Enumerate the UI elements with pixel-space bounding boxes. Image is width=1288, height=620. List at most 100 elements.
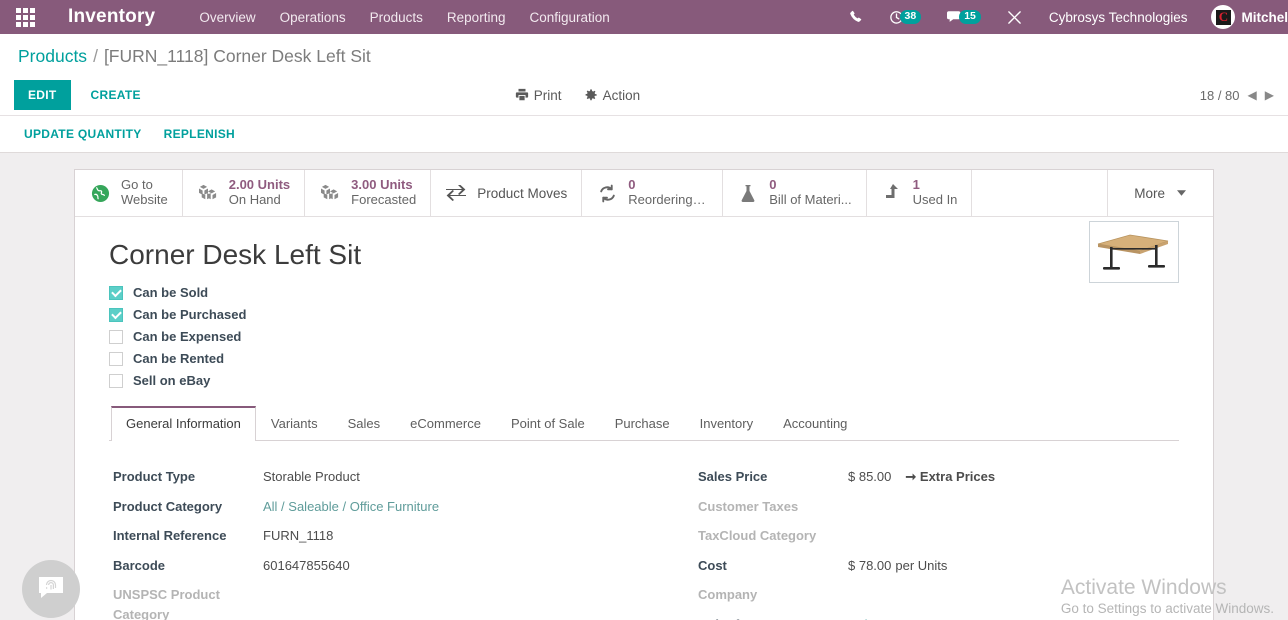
menu-item-operations[interactable]: Operations bbox=[268, 10, 358, 25]
stat-button-website[interactable]: Go to Website bbox=[75, 170, 183, 216]
checkbox-row-sell-on-ebay[interactable]: Sell on eBay bbox=[109, 373, 1179, 388]
extra-prices-link[interactable]: ➞ Extra Prices bbox=[905, 467, 995, 487]
debug-tools-icon[interactable] bbox=[994, 0, 1035, 34]
user-menu[interactable]: C Mitchel bbox=[1201, 5, 1288, 29]
stat-value: 0 bbox=[628, 177, 636, 193]
checkbox-row-can-be-purchased[interactable]: Can be Purchased bbox=[109, 307, 1179, 322]
field-value[interactable]: FURN_1118 bbox=[263, 526, 333, 546]
edit-button[interactable]: EDIT bbox=[14, 80, 71, 110]
company-selector[interactable]: Cybrosys Technologies bbox=[1035, 10, 1202, 25]
menu-item-overview[interactable]: Overview bbox=[187, 10, 267, 25]
stat-label-line1: Go to bbox=[121, 178, 153, 193]
stat-button-used-in[interactable]: 1 Used In bbox=[867, 170, 973, 216]
field-value[interactable]: 601647855640 bbox=[263, 556, 350, 576]
stat-button-reordering-rules[interactable]: 0 Reordering R... bbox=[582, 170, 724, 216]
print-button[interactable]: Print bbox=[515, 88, 562, 103]
stat-button-more[interactable]: More bbox=[1107, 170, 1213, 216]
pager-previous-icon[interactable]: ◀ bbox=[1248, 88, 1257, 102]
field-value[interactable]: Units bbox=[848, 615, 878, 620]
stat-button-product-moves[interactable]: Product Moves bbox=[431, 170, 583, 216]
messages-icon[interactable]: 15 bbox=[934, 0, 994, 34]
tab-accounting[interactable]: Accounting bbox=[768, 406, 862, 440]
field-label: Company bbox=[698, 587, 758, 602]
product-image[interactable] bbox=[1089, 221, 1179, 283]
checkbox-row-can-be-expensed[interactable]: Can be Expensed bbox=[109, 329, 1179, 344]
stat-button-forecasted[interactable]: 3.00 Units Forecasted bbox=[305, 170, 432, 216]
tab-sales[interactable]: Sales bbox=[333, 406, 396, 440]
checkbox-can-be-purchased[interactable] bbox=[109, 307, 123, 322]
stat-text: 1 Used In bbox=[912, 177, 958, 208]
replenish-button[interactable]: REPLENISH bbox=[164, 127, 235, 141]
chevron-down-icon bbox=[1175, 190, 1187, 196]
checkbox-sell-on-ebay[interactable] bbox=[109, 373, 123, 388]
user-name: Mitchel bbox=[1241, 9, 1288, 25]
checkbox-can-be-sold[interactable] bbox=[109, 285, 123, 300]
field-label: Sales Price bbox=[698, 469, 768, 484]
breadcrumb-root[interactable]: Products bbox=[18, 46, 87, 67]
tab-bar: General Information Variants Sales eComm… bbox=[109, 406, 1179, 441]
checkbox-can-be-rented[interactable] bbox=[109, 351, 123, 366]
extra-prices-label: Extra Prices bbox=[919, 469, 996, 484]
menu-item-reporting[interactable]: Reporting bbox=[435, 10, 518, 25]
breadcrumb-current: [FURN_1118] Corner Desk Left Sit bbox=[103, 46, 371, 66]
pager-next-icon[interactable]: ▶ bbox=[1265, 88, 1274, 102]
app-brand[interactable]: Inventory bbox=[68, 6, 155, 28]
phone-icon[interactable] bbox=[836, 0, 876, 34]
globe-icon bbox=[89, 184, 111, 203]
tab-point-of-sale[interactable]: Point of Sale bbox=[496, 406, 600, 440]
stat-label: Reordering R... bbox=[628, 193, 709, 207]
update-quantity-button[interactable]: UPDATE QUANTITY bbox=[24, 127, 142, 141]
menu-item-configuration[interactable]: Configuration bbox=[517, 10, 621, 25]
field-value[interactable]: All / Saleable / Office Furniture bbox=[263, 497, 439, 517]
tab-purchase[interactable]: Purchase bbox=[600, 406, 685, 440]
field-label: TaxCloud Category bbox=[698, 528, 817, 543]
field-label: Unit of Measure bbox=[698, 615, 848, 620]
action-button[interactable]: Action bbox=[584, 88, 640, 103]
tab-general-information[interactable]: General Information bbox=[111, 406, 256, 441]
stat-button-bill-of-materials[interactable]: 0 Bill of Materi... bbox=[723, 170, 867, 216]
arrow-right-icon: ➞ bbox=[905, 469, 917, 484]
checkbox-label: Sell on eBay bbox=[133, 373, 211, 388]
breadcrumb: Products / [FURN_1118] Corner Desk Left … bbox=[0, 34, 1288, 75]
stat-text: 3.00 Units Forecasted bbox=[351, 177, 417, 208]
checkbox-can-be-expensed[interactable] bbox=[109, 329, 123, 344]
checkbox-row-can-be-rented[interactable]: Can be Rented bbox=[109, 351, 1179, 366]
field-unit-of-measure: Unit of Measure Units bbox=[698, 615, 1179, 620]
stat-button-on-hand[interactable]: 2.00 Units On Hand bbox=[183, 170, 306, 216]
top-navbar: Inventory Overview Operations Products R… bbox=[0, 0, 1288, 34]
checkbox-row-can-be-sold[interactable]: Can be Sold bbox=[109, 285, 1179, 300]
chat-widget-button[interactable] bbox=[22, 560, 80, 618]
stat-value: 1 bbox=[912, 177, 920, 193]
field-product-type: Product Type Storable Product bbox=[113, 467, 646, 487]
stat-text: 0 Reordering R... bbox=[628, 177, 709, 208]
share-up-icon bbox=[881, 183, 903, 203]
activity-clock-icon[interactable]: 38 bbox=[876, 0, 935, 34]
print-action-group: Print Action bbox=[515, 88, 640, 103]
field-product-category: Product Category All / Saleable / Office… bbox=[113, 497, 646, 517]
field-value[interactable]: $ 85.00 bbox=[848, 467, 891, 487]
field-value[interactable]: $ 78.00 bbox=[848, 556, 891, 576]
actions-row: EDIT CREATE Print Action 18 / 80 ◀ ▶ bbox=[0, 75, 1288, 115]
tab-ecommerce[interactable]: eCommerce bbox=[395, 406, 496, 440]
field-label: UNSPSC Product Category bbox=[113, 587, 220, 620]
flask-icon bbox=[737, 184, 759, 203]
stat-text: 2.00 Units On Hand bbox=[228, 177, 291, 208]
checkbox-label: Can be Expensed bbox=[133, 329, 242, 344]
field-label: Customer Taxes bbox=[698, 498, 799, 514]
field-value[interactable]: Storable Product bbox=[263, 467, 360, 487]
field-label: Internal Reference bbox=[113, 528, 227, 543]
tab-inventory[interactable]: Inventory bbox=[685, 406, 768, 440]
apps-grid-icon[interactable] bbox=[10, 0, 40, 34]
tab-variants[interactable]: Variants bbox=[256, 406, 333, 440]
control-panel: Products / [FURN_1118] Corner Desk Left … bbox=[0, 34, 1288, 153]
field-taxcloud-category: TaxCloud Category bbox=[698, 526, 1179, 546]
activity-count-badge: 38 bbox=[899, 9, 922, 25]
create-button[interactable]: CREATE bbox=[77, 80, 155, 110]
stat-label: Forecasted bbox=[351, 193, 417, 207]
stat-value: 2.00 Units bbox=[228, 177, 291, 193]
menu-item-products[interactable]: Products bbox=[358, 10, 435, 25]
field-company: Company bbox=[698, 585, 1179, 605]
field-internal-reference: Internal Reference FURN_1118 bbox=[113, 526, 646, 546]
fields-left-column: Product Type Storable Product Product Ca… bbox=[113, 467, 646, 620]
navbar-right-tools: 38 15 Cybrosys Technologies C Mitchel bbox=[836, 0, 1288, 34]
